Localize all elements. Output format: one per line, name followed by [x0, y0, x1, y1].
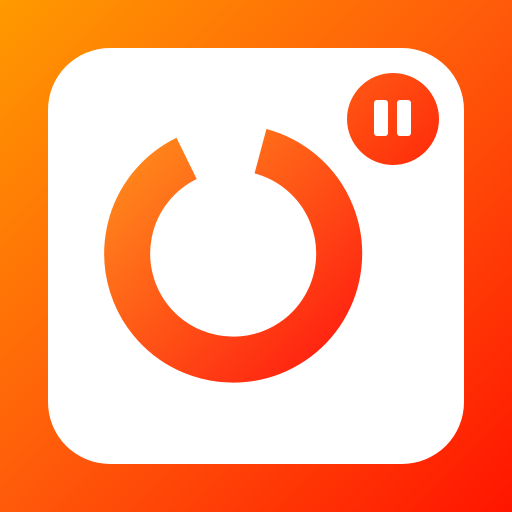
pause-badge-circle	[347, 73, 439, 165]
app-icon	[0, 0, 512, 512]
pause-badge[interactable]	[347, 73, 439, 165]
